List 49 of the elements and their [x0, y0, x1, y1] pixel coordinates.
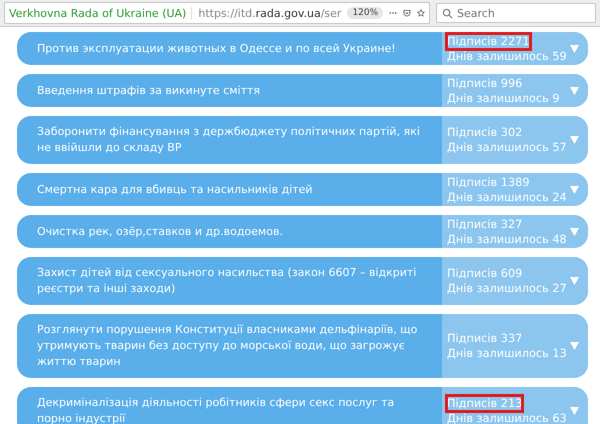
search-bar[interactable]: Search	[436, 3, 596, 23]
days-left: Днів залишилось 27	[447, 281, 567, 296]
dropdown-caret-icon[interactable]	[570, 407, 579, 415]
star-icon[interactable]	[417, 7, 425, 19]
dropdown-caret-icon[interactable]	[570, 342, 579, 350]
days-left: Днів залишилось 13	[447, 346, 567, 361]
petition-title: Смертна кара для вбивць та насильників дітей	[36, 182, 314, 198]
search-field[interactable]: Search	[457, 5, 587, 21]
petition-title: Заборонити фінансування з держбюджету політичних партій, які не ввійшли до складу ВР	[36, 124, 421, 156]
petition-card[interactable]: Заборонити фінансування з держбюджету політичних партій, які не ввійшли до складу ВР Підписів 302 Днів залишилось 57	[17, 116, 588, 164]
days-left: Днів залишилось 59	[447, 48, 567, 64]
signature-count: Підписів 337	[447, 331, 522, 346]
petition-card[interactable]: Против эксплуатации животных в Одессе и по всей Украине! Підписів 2271 Днів залишилось 59	[17, 32, 588, 65]
signature-count: Підписів 609	[447, 266, 522, 281]
signature-count: Підписів 213	[447, 396, 522, 411]
petition-card[interactable]: Захист дітей від сексуального насильства (закон 6607 – відкриті реєстри та інші заходи) Підписів 609 Днів залишилось 27	[17, 257, 588, 305]
signature-count: Підписів 327	[447, 216, 522, 232]
petition-title: Против эксплуатации животных в Одессе и по всей Украине!	[36, 40, 397, 56]
dropdown-caret-icon[interactable]	[570, 44, 579, 52]
petition-card[interactable]: Смертна кара для вбивць та насильників дітей Підписів 1389 Днів залишилось 24	[17, 173, 588, 206]
signature-count: Підписів 1389	[447, 174, 530, 190]
days-left: Днів залишилось 48	[447, 232, 567, 246]
dropdown-caret-icon[interactable]	[570, 86, 579, 94]
petition-title: Очистка рек, озёр,ставков и др.водоемов.	[36, 224, 284, 240]
days-left: Днів залишилось 24	[447, 190, 567, 204]
signature-count: Підписів 2271	[447, 34, 530, 48]
address-bar[interactable]: Verkhovna Rada of Ukraine (UA) https://itd.rada.gov.ua/ser 120%	[4, 2, 430, 24]
url-text: https://itd.rada.gov.ua/ser	[198, 6, 342, 20]
petition-title: Декриміналізація діяльності робітників сфери секс послуг та порно індустрії	[36, 395, 396, 424]
signature-count: Підписів 996	[447, 76, 522, 90]
days-left: Днів залишилось 9	[447, 90, 560, 106]
dropdown-caret-icon[interactable]	[570, 136, 579, 144]
petition-card[interactable]: Очистка рек, озёр,ставков и др.водоемов. Підписів 327 Днів залишилось 48	[17, 215, 588, 248]
search-icon[interactable]	[442, 8, 453, 18]
petition-card[interactable]: Розглянути порушення Конституції власниками дельфінаріїв, що утримують тварин без доступу до морської води, що загрожує життю тварин Підписів 337 Днів залишилось 13	[17, 314, 588, 378]
pocket-icon[interactable]	[403, 7, 412, 19]
dropdown-caret-icon[interactable]	[570, 277, 579, 285]
days-left: Днів залишилось 63	[447, 411, 567, 424]
signature-count: Підписів 302	[447, 125, 522, 140]
site-identity[interactable]: Verkhovna Rada of Ukraine (UA)	[9, 6, 192, 20]
petition-card[interactable]: Введення штрафів за викинуте сміття Підписів 996 Днів залишилось 9	[17, 74, 588, 107]
dropdown-caret-icon[interactable]	[570, 228, 579, 236]
petition-title: Захист дітей від сексуального насильства (закон 6607 – відкриті реєстри та інші заходи)	[36, 265, 418, 297]
days-left: Днів залишилось 57	[447, 140, 567, 155]
petition-title: Введення штрафів за викинуте сміття	[36, 82, 262, 98]
zoom-button[interactable]: 120%	[347, 7, 384, 19]
petition-title: Розглянути порушення Конституції власниками дельфінаріїв, що утримують тварин без доступу до морської води, що загрожує життю тварин	[36, 322, 418, 370]
dropdown-caret-icon[interactable]	[570, 186, 579, 194]
petition-card[interactable]: Декриміналізація діяльності робітників сфери секс послуг та порно індустрії Підписів 213 Днів залишилось 63	[17, 387, 588, 424]
